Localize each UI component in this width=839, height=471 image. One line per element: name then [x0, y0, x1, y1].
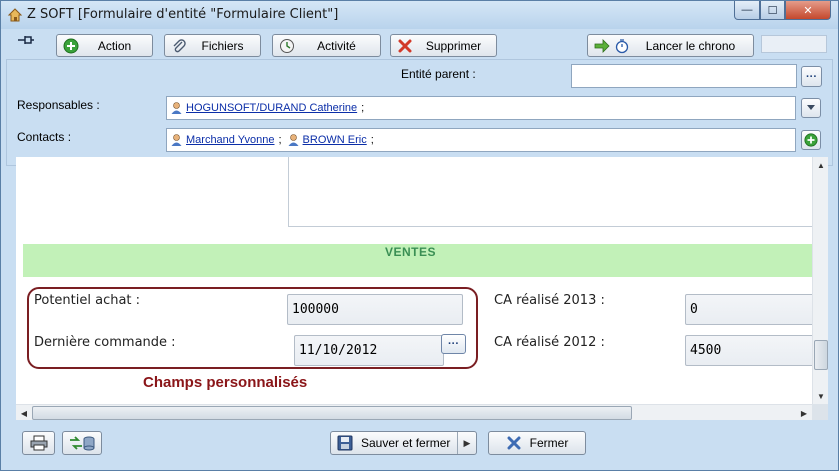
print-button[interactable] — [22, 431, 55, 455]
activite-label: Activité — [317, 38, 356, 53]
arrow-up-icon: ▲ — [817, 160, 825, 170]
contacts-field[interactable]: Marchand Yvonne ; BROWN Eric ; — [166, 128, 796, 152]
dots-icon: ··· — [806, 70, 817, 83]
derniere-commande-input[interactable]: 11/10/2012 — [294, 335, 444, 366]
supprimer-label: Supprimer — [425, 38, 482, 53]
ca-2013-value: 0 — [690, 302, 698, 317]
dots-icon: ··· — [448, 338, 459, 350]
paperclip-icon — [173, 38, 186, 52]
window-title: Z SOFT [Formulaire d'entité "Formulaire … — [27, 7, 339, 22]
scroll-right-arrow[interactable]: ▶ — [796, 405, 812, 421]
contacts-label: Contacts : — [17, 130, 72, 144]
date-picker-button[interactable]: ··· — [441, 334, 466, 354]
lancer-chrono-button[interactable]: Lancer le chrono — [587, 34, 754, 57]
close-button[interactable]: ✕ — [785, 1, 831, 20]
clock-icon — [280, 38, 294, 53]
title-bar[interactable]: Z SOFT [Formulaire d'entité "Formulaire … — [1, 1, 838, 29]
pin-icon[interactable] — [17, 34, 35, 46]
close-x-icon — [507, 436, 521, 450]
arrow-left-icon: ◀ — [20, 408, 28, 418]
save-and-close-label: Sauver et fermer — [361, 436, 451, 450]
vertical-scrollbar[interactable]: ▲ ▼ — [812, 157, 828, 404]
vertical-scroll-thumb[interactable] — [814, 340, 828, 370]
person-icon — [288, 134, 299, 146]
custom-fields-caption: Champs personnalisés — [143, 374, 308, 391]
person-icon — [171, 134, 182, 146]
chevron-down-icon — [807, 105, 815, 110]
lancer-chrono-label: Lancer le chrono — [645, 38, 736, 53]
potentiel-achat-value: 100000 — [292, 302, 339, 317]
plus-circle-icon — [63, 38, 79, 53]
save-icon — [337, 435, 353, 451]
delete-x-icon — [398, 39, 412, 52]
stopwatch-icon — [615, 38, 629, 53]
minimize-button[interactable]: — — [734, 1, 760, 20]
chevron-right-icon: ▶ — [463, 437, 471, 448]
fermer-label: Fermer — [529, 436, 569, 450]
ca-2013-input[interactable]: 0 — [685, 294, 812, 325]
action-label: Action — [97, 38, 132, 53]
responsable-link[interactable]: HOGUNSOFT/DURAND Catherine — [186, 102, 357, 114]
potentiel-achat-input[interactable]: 100000 — [287, 294, 463, 325]
arrow-down-icon: ▼ — [817, 391, 825, 401]
entite-parent-label: Entité parent : — [401, 67, 476, 81]
horizontal-scrollbar[interactable]: ◀ ▶ — [16, 404, 812, 420]
derniere-commande-label: Dernière commande : — [34, 335, 176, 350]
save-and-close-button[interactable]: Sauver et fermer — [330, 431, 477, 455]
scroll-left-arrow[interactable]: ◀ — [16, 405, 32, 421]
save-options-dropdown[interactable]: ▶ — [457, 432, 476, 454]
sync-button[interactable] — [62, 431, 102, 455]
ca-2012-input[interactable]: 4500 — [685, 335, 812, 366]
scroll-down-arrow[interactable]: ▼ — [813, 388, 829, 404]
ca-2012-value: 4500 — [690, 343, 722, 358]
derniere-commande-value: 11/10/2012 — [299, 343, 378, 358]
minimize-icon: — — [741, 4, 753, 16]
contact-link[interactable]: Marchand Yvonne — [186, 134, 274, 146]
arrow-right-icon: ▶ — [800, 408, 808, 418]
fermer-button[interactable]: Fermer — [488, 431, 586, 455]
responsables-label: Responsables : — [17, 98, 100, 112]
horizontal-scroll-thumb[interactable] — [32, 406, 632, 420]
fichiers-button[interactable]: Fichiers — [164, 34, 261, 57]
printer-icon — [30, 435, 47, 451]
entite-parent-browse-button[interactable]: ··· — [801, 66, 822, 87]
chrono-display — [761, 35, 827, 53]
home-icon — [7, 8, 23, 22]
scroll-corner — [812, 404, 828, 420]
person-icon — [171, 102, 182, 114]
responsables-field[interactable]: HOGUNSOFT/DURAND Catherine ; — [166, 96, 796, 120]
close-icon: ✕ — [803, 4, 813, 17]
arrow-right-icon — [594, 38, 610, 53]
memo-area[interactable] — [288, 157, 812, 227]
ca-2012-label: CA réalisé 2012 : — [494, 335, 605, 350]
entite-parent-input[interactable] — [571, 64, 797, 88]
potentiel-achat-label: Potentiel achat : — [34, 293, 141, 308]
maximize-icon: ☐ — [767, 4, 778, 17]
ca-2013-label: CA réalisé 2013 : — [494, 293, 605, 308]
sync-database-icon — [70, 436, 95, 451]
contact-link[interactable]: BROWN Eric — [303, 134, 367, 146]
supprimer-button[interactable]: Supprimer — [390, 34, 497, 57]
add-contact-button[interactable] — [801, 130, 821, 150]
plus-circle-icon — [804, 133, 818, 147]
activite-button[interactable]: Activité — [272, 34, 381, 57]
form-content: VENTES Potentiel achat : 100000 Dernière… — [16, 157, 812, 404]
action-button[interactable]: Action — [56, 34, 153, 57]
app-window: Z SOFT [Formulaire d'entité "Formulaire … — [0, 0, 839, 471]
contact-separator: ; — [278, 134, 282, 146]
responsables-dropdown-button[interactable] — [801, 98, 821, 118]
ventes-section-title: VENTES — [384, 245, 436, 259]
scroll-up-arrow[interactable]: ▲ — [813, 157, 829, 173]
maximize-button[interactable]: ☐ — [760, 1, 785, 20]
responsable-separator: ; — [361, 102, 365, 114]
contact-separator: ; — [370, 134, 374, 146]
fichiers-label: Fichiers — [201, 38, 244, 53]
